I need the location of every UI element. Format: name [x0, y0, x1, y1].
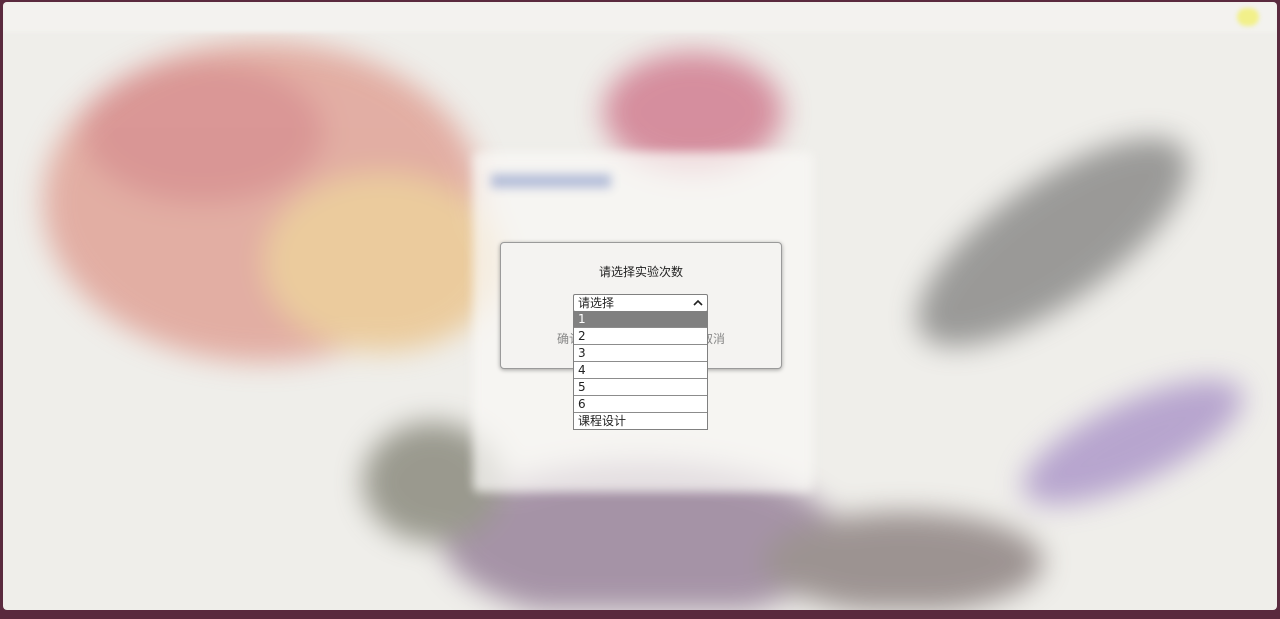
avatar	[1237, 8, 1259, 26]
select-option-2[interactable]: 2	[574, 327, 707, 344]
select-option-1[interactable]: 1	[574, 311, 707, 327]
select-current-value: 请选择	[578, 296, 615, 310]
chevron-up-icon	[693, 299, 703, 306]
select-option-course-design[interactable]: 课程设计	[574, 412, 707, 429]
experiment-count-select[interactable]: 请选择	[573, 294, 708, 312]
dialog-title: 请选择实验次数	[598, 265, 683, 279]
select-option-4[interactable]: 4	[574, 361, 707, 378]
select-option-5[interactable]: 5	[574, 378, 707, 395]
select-option-6[interactable]: 6	[574, 395, 707, 412]
top-bar	[3, 2, 1277, 32]
select-dropdown-list: 1 2 3 4 5 6 课程设计	[573, 311, 708, 430]
select-option-3[interactable]: 3	[574, 344, 707, 361]
blurred-card-header	[491, 174, 611, 188]
